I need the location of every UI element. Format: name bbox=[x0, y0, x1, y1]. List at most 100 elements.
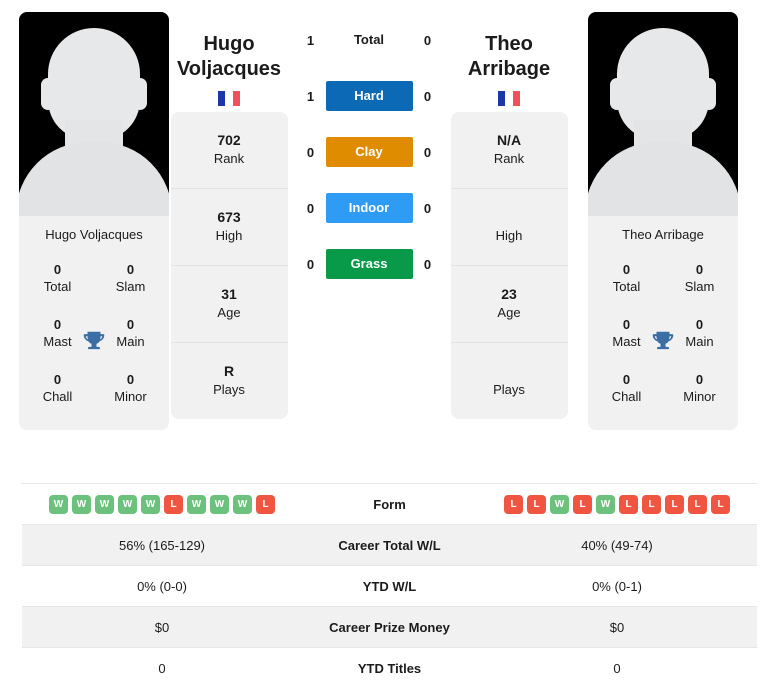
table-row-ytd-wl: 0% (0-0) YTD W/L 0% (0-1) bbox=[22, 565, 757, 607]
left-titles-slam-label: Slam bbox=[115, 279, 146, 294]
left-stat-high: 673 High bbox=[170, 189, 288, 266]
right-form-badge[interactable]: W bbox=[550, 494, 569, 514]
right-form-badge[interactable]: L bbox=[665, 494, 684, 514]
left-player-name: Hugo Voljacques bbox=[177, 12, 281, 82]
h2h-grass-button[interactable]: Grass bbox=[325, 249, 413, 279]
right-ytd-wl: 0% (0-1) bbox=[477, 565, 757, 607]
h2h-indoor-right-score: 0 bbox=[423, 200, 432, 216]
right-stat-age-value: 23 bbox=[501, 286, 517, 302]
left-stat-high-value: 673 bbox=[217, 209, 241, 225]
left-form-badge[interactable]: W bbox=[118, 494, 137, 514]
left-stat-rank-value: 702 bbox=[217, 132, 241, 148]
left-form-badge[interactable]: W bbox=[187, 494, 206, 514]
left-form-badge[interactable]: W bbox=[72, 494, 91, 514]
left-player-name-line2: Voljacques bbox=[176, 58, 282, 80]
right-titles-chall-label: Chall bbox=[611, 389, 642, 404]
table-row-career-prize-money: $0 Career Prize Money $0 bbox=[22, 606, 757, 648]
row-label-form: Form bbox=[302, 483, 477, 525]
left-player-card[interactable]: Hugo Voljacques 0 Total 0 Slam 0 Mast 0 … bbox=[19, 12, 169, 430]
right-player-avatar bbox=[588, 12, 738, 216]
left-ytd-titles: 0 bbox=[22, 647, 302, 689]
right-stat-plays-value bbox=[451, 362, 568, 381]
avatar-shoulders bbox=[588, 142, 738, 216]
right-form-cell: LLWLWLLLLL bbox=[477, 483, 757, 525]
left-titles-slam: 0 Slam bbox=[94, 251, 167, 306]
right-player-column: Theo Arribage 0 Total 0 Slam 0 Mast 0 Ma… bbox=[569, 0, 738, 430]
h2h-hard-button[interactable]: Hard bbox=[325, 81, 413, 111]
left-player-card-name: Hugo Voljacques bbox=[45, 227, 143, 242]
right-titles-total-value: 0 bbox=[622, 262, 631, 277]
right-player-titles-grid: 0 Total 0 Slam 0 Mast 0 Main 0 Chall 0 M… bbox=[588, 251, 738, 430]
left-player-column: Hugo Voljacques 0 Total 0 Slam 0 Mast 0 … bbox=[0, 0, 169, 430]
right-form-badge[interactable]: W bbox=[596, 494, 615, 514]
comparison-header-area: Hugo Voljacques 0 Total 0 Slam 0 Mast 0 … bbox=[0, 0, 779, 480]
h2h-hard-left-score: 1 bbox=[306, 88, 315, 104]
row-label-ytd-titles: YTD Titles bbox=[302, 647, 477, 689]
left-stat-plays: R Plays bbox=[171, 343, 288, 419]
right-player-card-name: Theo Arribage bbox=[622, 227, 704, 242]
left-form-badge[interactable]: L bbox=[256, 494, 275, 514]
table-row-ytd-titles: 0 YTD Titles 0 bbox=[22, 647, 757, 689]
h2h-total-left-score: 1 bbox=[306, 32, 315, 48]
left-form-badge[interactable]: W bbox=[210, 494, 229, 514]
left-stat-rank: 702 Rank bbox=[170, 112, 288, 189]
h2h-clay-button[interactable]: Clay bbox=[325, 137, 413, 167]
right-form-badge[interactable]: L bbox=[573, 494, 592, 514]
left-titles-minor-label: Minor bbox=[114, 389, 147, 404]
right-player-name: Theo Arribage bbox=[468, 12, 550, 82]
row-label-ytd-wl: YTD W/L bbox=[302, 565, 477, 607]
left-career-prize-money: $0 bbox=[22, 606, 302, 648]
row-label-career-total-wl: Career Total W/L bbox=[302, 524, 477, 566]
right-form-badge[interactable]: L bbox=[619, 494, 638, 514]
left-stat-rank-label: Rank bbox=[213, 151, 245, 166]
h2h-grass-left-score: 0 bbox=[306, 256, 315, 272]
right-titles-minor: 0 Minor bbox=[663, 361, 736, 416]
left-form-badge[interactable]: W bbox=[233, 494, 252, 514]
trophy-icon bbox=[81, 329, 107, 360]
avatar-ear-right bbox=[702, 78, 716, 110]
right-player-name-line1: Theo bbox=[485, 33, 533, 55]
left-stats-column: Hugo Voljacques 702 Rank 673 High 31 Age bbox=[169, 0, 289, 419]
left-career-total-wl: 56% (165-129) bbox=[22, 524, 302, 566]
left-form-badge[interactable]: W bbox=[95, 494, 114, 514]
comparison-table: WWWWWLWWWL Form LLWLWLLLLL 56% (165-129)… bbox=[22, 483, 757, 689]
right-stat-rank-label: Rank bbox=[493, 151, 525, 166]
avatar-ear-left bbox=[41, 78, 55, 110]
left-player-titles-grid: 0 Total 0 Slam 0 Mast 0 Main 0 Chall 0 M… bbox=[19, 251, 169, 430]
h2h-hard-right-score: 0 bbox=[423, 88, 432, 104]
left-titles-total-label: Total bbox=[43, 279, 72, 294]
right-form-badge[interactable]: L bbox=[504, 494, 523, 514]
left-form-badge[interactable]: L bbox=[164, 494, 183, 514]
left-stat-plays-label: Plays bbox=[213, 382, 245, 397]
left-titles-total-value: 0 bbox=[53, 262, 62, 277]
left-player-avatar bbox=[19, 12, 169, 216]
right-form-badge[interactable]: L bbox=[527, 494, 546, 514]
h2h-clay-left-score: 0 bbox=[306, 144, 315, 160]
row-label-career-prize-money: Career Prize Money bbox=[302, 606, 477, 648]
left-stat-age-label: Age bbox=[217, 305, 241, 320]
right-titles-chall-value: 0 bbox=[622, 372, 631, 387]
left-titles-chall-label: Chall bbox=[42, 389, 73, 404]
h2h-grass-right-score: 0 bbox=[423, 256, 432, 272]
trophy-icon bbox=[650, 329, 676, 360]
right-form-badge[interactable]: L bbox=[642, 494, 661, 514]
right-titles-minor-value: 0 bbox=[695, 372, 704, 387]
player-comparison-page: Hugo Voljacques 0 Total 0 Slam 0 Mast 0 … bbox=[0, 0, 779, 699]
right-player-card[interactable]: Theo Arribage 0 Total 0 Slam 0 Mast 0 Ma… bbox=[588, 12, 738, 430]
table-row-form: WWWWWLWWWL Form LLWLWLLLLL bbox=[22, 483, 757, 525]
right-form-badge[interactable]: L bbox=[711, 494, 730, 514]
h2h-row-clay: 0 Clay 0 bbox=[289, 124, 449, 180]
right-stat-rank-value: N/A bbox=[496, 132, 522, 148]
left-titles-minor-value: 0 bbox=[126, 372, 135, 387]
left-form-badge[interactable]: W bbox=[141, 494, 160, 514]
left-titles-total: 0 Total bbox=[21, 251, 94, 306]
right-form-badge[interactable]: L bbox=[688, 494, 707, 514]
h2h-indoor-button[interactable]: Indoor bbox=[325, 193, 413, 223]
h2h-total-right-score: 0 bbox=[423, 32, 432, 48]
right-titles-total: 0 Total bbox=[590, 251, 663, 306]
left-ytd-wl: 0% (0-0) bbox=[22, 565, 302, 607]
right-stats-box: N/A Rank High 23 Age Plays bbox=[450, 112, 568, 419]
left-form-badge[interactable]: W bbox=[49, 494, 68, 514]
right-stat-age-label: Age bbox=[497, 305, 521, 320]
h2h-row-hard: 1 Hard 0 bbox=[289, 68, 449, 124]
